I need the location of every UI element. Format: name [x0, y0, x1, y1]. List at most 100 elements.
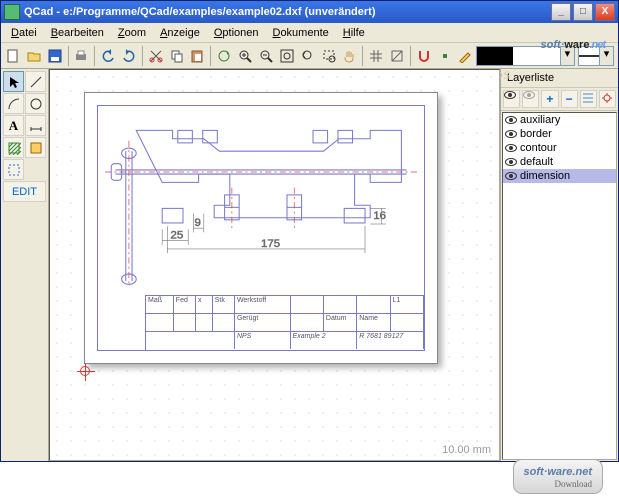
line-icon	[29, 75, 43, 89]
undo-button[interactable]	[98, 45, 118, 67]
remove-layer-button[interactable]: −	[561, 90, 578, 108]
zoom-window-button[interactable]	[319, 45, 339, 67]
menu-zoom[interactable]: Zoom	[112, 25, 152, 40]
dim-9: 9	[194, 217, 200, 229]
magnet-icon	[417, 49, 431, 63]
pointer-tool[interactable]	[3, 71, 24, 92]
pencil-icon	[458, 49, 472, 63]
circle-tool[interactable]	[25, 93, 46, 114]
hide-all-layers-button[interactable]	[522, 90, 539, 108]
eye-off-icon	[523, 91, 535, 99]
technical-drawing: 25 9 175 16	[105, 103, 417, 293]
zoom-redraw-button[interactable]	[214, 45, 234, 67]
zoom-in-icon	[238, 49, 252, 63]
add-layer-button[interactable]: +	[541, 90, 558, 108]
zoom-out-icon	[259, 49, 273, 63]
dimension-icon	[29, 119, 43, 133]
minimize-button[interactable]: _	[551, 3, 571, 21]
grid-icon	[369, 49, 383, 63]
menu-edit[interactable]: Bearbeiten	[45, 25, 110, 40]
layer-edit-button[interactable]	[599, 90, 616, 108]
menu-options[interactable]: Optionen	[208, 25, 265, 40]
eye-icon	[505, 158, 517, 166]
paste-button[interactable]	[188, 45, 208, 67]
zoom-fit-icon	[280, 49, 294, 63]
arc-tool[interactable]	[3, 93, 24, 114]
list-icon	[581, 91, 595, 105]
hatch-tool[interactable]	[3, 137, 24, 158]
cursor-icon	[7, 75, 21, 89]
layer-list: auxiliary border contour default dimensi…	[502, 112, 617, 460]
layer-panel: Layerliste + − auxiliary border contour …	[500, 69, 618, 461]
printer-icon	[74, 49, 88, 63]
snap-button[interactable]	[414, 45, 434, 67]
hand-icon	[342, 49, 356, 63]
draft-toggle-button[interactable]	[387, 45, 407, 67]
edit-label: EDIT	[12, 186, 37, 198]
zoom-window-icon	[322, 49, 336, 63]
maximize-button[interactable]: □	[573, 3, 593, 21]
drawing-sheet: 25 9 175 16	[84, 92, 438, 364]
layer-props-button[interactable]	[580, 90, 597, 108]
menu-file[interactable]: Datei	[5, 25, 43, 40]
close-button[interactable]: X	[595, 3, 615, 21]
endpoint-icon	[438, 49, 452, 63]
layer-panel-title: Layerliste	[501, 69, 618, 88]
zoom-fit-button[interactable]	[277, 45, 297, 67]
select-icon	[7, 163, 21, 177]
snap-end-button[interactable]	[435, 45, 455, 67]
layer-item[interactable]: default	[503, 155, 616, 169]
copy-button[interactable]	[167, 45, 187, 67]
zoom-prev-button[interactable]	[298, 45, 318, 67]
insert-tool[interactable]	[25, 137, 46, 158]
freehand-button[interactable]	[456, 45, 476, 67]
menu-view[interactable]: Anzeige	[154, 25, 206, 40]
dim-25: 25	[171, 230, 184, 242]
page-icon	[6, 49, 20, 63]
save-button[interactable]	[45, 45, 65, 67]
undo-icon	[101, 49, 115, 63]
eye-icon	[504, 91, 516, 99]
text-icon: A	[9, 118, 18, 134]
circle-icon	[29, 97, 43, 111]
origin-marker	[80, 366, 90, 376]
menu-documents[interactable]: Dokumente	[266, 25, 334, 40]
select-tool[interactable]	[3, 159, 24, 180]
layer-item[interactable]: contour	[503, 141, 616, 155]
redo-icon	[122, 49, 136, 63]
floppy-icon	[48, 49, 62, 63]
menu-bar: Datei Bearbeiten Zoom Anzeige Optionen D…	[1, 23, 618, 43]
download-badge[interactable]: soft·ware.net Download	[513, 459, 603, 494]
title-block: Maß Fed x Stk Werkstoff L1	[145, 295, 425, 351]
title-bar: QCad - e:/Programme/QCad/examples/exampl…	[1, 1, 618, 23]
eye-icon	[505, 172, 517, 180]
cut-button[interactable]	[146, 45, 166, 67]
hatch-icon	[7, 141, 21, 155]
line-tool[interactable]	[25, 71, 46, 92]
scissors-icon	[149, 49, 163, 63]
menu-help[interactable]: Hilfe	[337, 25, 371, 40]
pan-button[interactable]	[339, 45, 359, 67]
new-file-button[interactable]	[3, 45, 23, 67]
draft-icon	[390, 49, 404, 63]
copy-icon	[170, 49, 184, 63]
window-title: QCad - e:/Programme/QCad/examples/exampl…	[24, 6, 549, 18]
dimension-tool[interactable]	[25, 115, 46, 136]
zoom-out-button[interactable]	[256, 45, 276, 67]
redo-button[interactable]	[119, 45, 139, 67]
grid-toggle-button[interactable]	[366, 45, 386, 67]
print-button[interactable]	[71, 45, 91, 67]
show-all-layers-button[interactable]	[503, 90, 520, 108]
edit-tool[interactable]: EDIT	[3, 181, 46, 202]
layer-toolbar: + −	[501, 88, 618, 111]
layer-item[interactable]: border	[503, 127, 616, 141]
open-file-button[interactable]	[24, 45, 44, 67]
drawing-canvas[interactable]: 25 9 175 16	[49, 69, 500, 461]
clipboard-icon	[190, 49, 204, 63]
color-swatch	[477, 47, 513, 65]
layer-item[interactable]: auxiliary	[503, 113, 616, 127]
zoom-in-button[interactable]	[235, 45, 255, 67]
text-tool[interactable]: A	[3, 115, 24, 136]
eye-icon	[505, 116, 517, 124]
layer-item[interactable]: dimension	[503, 169, 616, 183]
